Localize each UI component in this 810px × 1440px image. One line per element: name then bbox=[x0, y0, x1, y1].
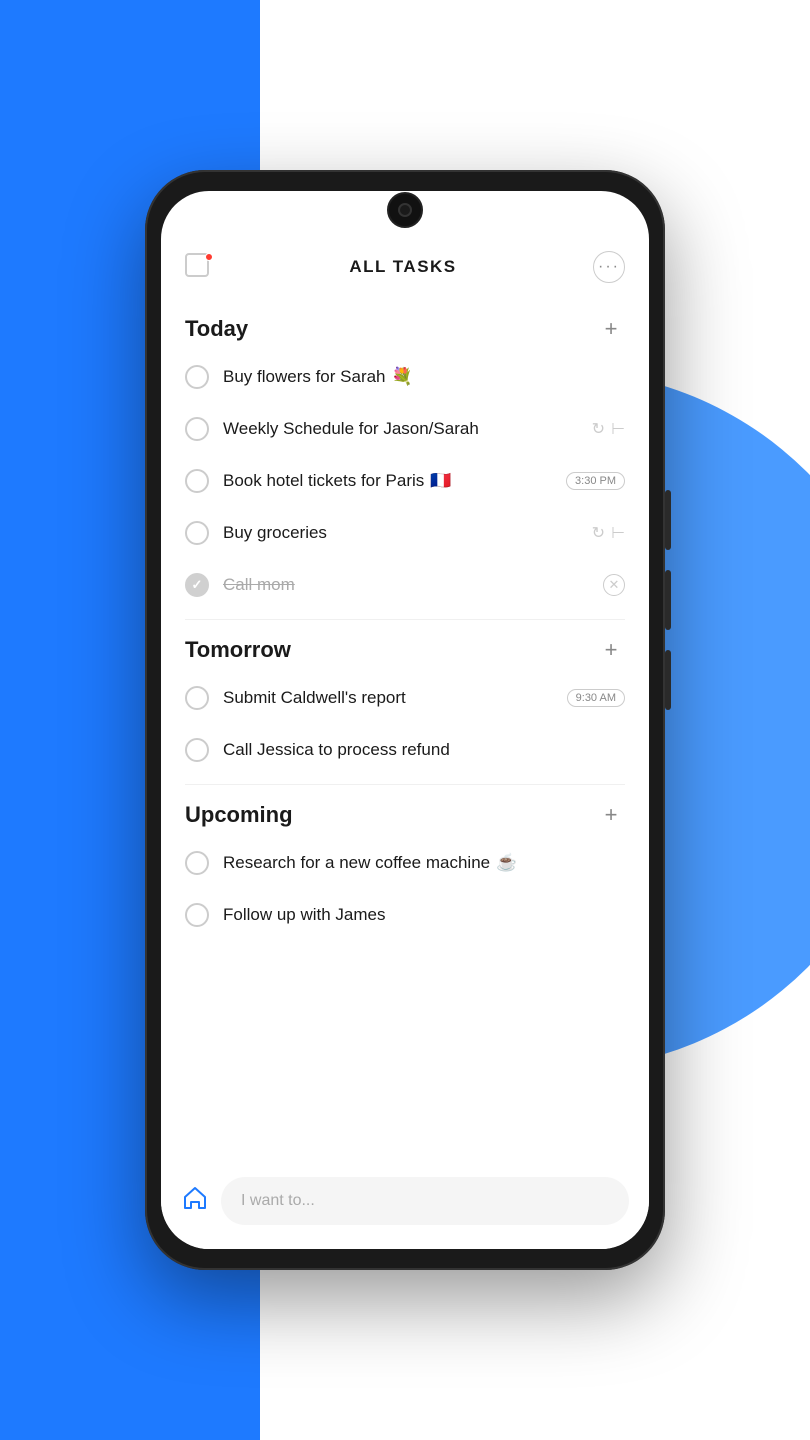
task-label: Weekly Schedule for Jason/Sarah bbox=[223, 419, 578, 439]
notification-dot bbox=[205, 253, 213, 261]
task-time-badge: 3:30 PM bbox=[566, 472, 625, 490]
task-icons: ↻ ⊢ bbox=[592, 523, 625, 543]
side-button-2 bbox=[665, 570, 671, 630]
task-item[interactable]: Weekly Schedule for Jason/Sarah ↻ ⊢ bbox=[185, 403, 625, 455]
task-checkbox[interactable] bbox=[185, 686, 209, 710]
task-checkbox[interactable] bbox=[185, 738, 209, 762]
subtask-icon: ⊢ bbox=[611, 523, 625, 543]
side-button-3 bbox=[665, 650, 671, 710]
page-title: ALL TASKS bbox=[349, 257, 456, 277]
today-section-header: Today + bbox=[185, 299, 625, 351]
repeat-icon: ↻ bbox=[592, 523, 605, 543]
tomorrow-section: Tomorrow + Submit Caldwell's report 9:30… bbox=[161, 620, 649, 776]
task-checkbox-checked[interactable] bbox=[185, 573, 209, 597]
today-title: Today bbox=[185, 316, 248, 342]
tomorrow-section-header: Tomorrow + bbox=[185, 620, 625, 672]
task-emoji: 🇫🇷 bbox=[430, 471, 451, 491]
today-section: Today + Buy flowers for Sarah 💐 Weekly S… bbox=[161, 299, 649, 611]
app-content: ALL TASKS ··· Today + Buy flowers for Sa… bbox=[161, 191, 649, 1249]
camera-lens bbox=[398, 203, 412, 217]
task-checkbox[interactable] bbox=[185, 417, 209, 441]
task-checkbox[interactable] bbox=[185, 903, 209, 927]
home-icon[interactable] bbox=[181, 1184, 209, 1219]
task-label: Submit Caldwell's report bbox=[223, 688, 553, 708]
add-tomorrow-button[interactable]: + bbox=[597, 636, 625, 664]
task-input-bar[interactable]: I want to... bbox=[221, 1177, 629, 1225]
screen: ALL TASKS ··· Today + Buy flowers for Sa… bbox=[161, 191, 649, 1249]
add-upcoming-button[interactable]: + bbox=[597, 801, 625, 829]
task-item[interactable]: Call mom ✕ bbox=[185, 559, 625, 611]
header-checkbox[interactable] bbox=[185, 253, 213, 281]
phone-frame: ALL TASKS ··· Today + Buy flowers for Sa… bbox=[145, 170, 665, 1270]
input-placeholder: I want to... bbox=[241, 1192, 315, 1210]
task-label: Call Jessica to process refund bbox=[223, 740, 625, 760]
more-dots-icon: ··· bbox=[598, 258, 620, 276]
upcoming-section-header: Upcoming + bbox=[185, 785, 625, 837]
camera bbox=[387, 192, 423, 228]
task-checkbox[interactable] bbox=[185, 469, 209, 493]
task-item[interactable]: Research for a new coffee machine ☕ bbox=[185, 837, 625, 889]
task-label: Buy flowers for Sarah 💐 bbox=[223, 367, 625, 387]
task-emoji: ☕ bbox=[496, 853, 517, 873]
task-checkbox[interactable] bbox=[185, 521, 209, 545]
task-checkbox[interactable] bbox=[185, 851, 209, 875]
subtask-icon: ⊢ bbox=[611, 419, 625, 439]
upcoming-title: Upcoming bbox=[185, 802, 293, 828]
task-time-badge: 9:30 AM bbox=[567, 689, 625, 707]
task-icons: ↻ ⊢ bbox=[592, 419, 625, 439]
side-button-1 bbox=[665, 490, 671, 550]
more-options-button[interactable]: ··· bbox=[593, 251, 625, 283]
tomorrow-title: Tomorrow bbox=[185, 637, 291, 663]
upcoming-section: Upcoming + Research for a new coffee mac… bbox=[161, 785, 649, 941]
task-delete-button[interactable]: ✕ bbox=[603, 574, 625, 596]
task-item[interactable]: Follow up with James bbox=[185, 889, 625, 941]
task-label: Book hotel tickets for Paris 🇫🇷 bbox=[223, 471, 552, 491]
task-item[interactable]: Call Jessica to process refund bbox=[185, 724, 625, 776]
task-label: Research for a new coffee machine ☕ bbox=[223, 853, 625, 873]
repeat-icon: ↻ bbox=[592, 419, 605, 439]
task-item[interactable]: Submit Caldwell's report 9:30 AM bbox=[185, 672, 625, 724]
add-today-button[interactable]: + bbox=[597, 315, 625, 343]
task-item[interactable]: Buy flowers for Sarah 💐 bbox=[185, 351, 625, 403]
task-item[interactable]: Buy groceries ↻ ⊢ bbox=[185, 507, 625, 559]
task-label-done: Call mom bbox=[223, 575, 589, 595]
bottom-bar: I want to... bbox=[161, 1165, 649, 1249]
task-item[interactable]: Book hotel tickets for Paris 🇫🇷 3:30 PM bbox=[185, 455, 625, 507]
task-label: Buy groceries bbox=[223, 523, 578, 543]
task-checkbox[interactable] bbox=[185, 365, 209, 389]
task-label: Follow up with James bbox=[223, 905, 625, 925]
task-emoji: 💐 bbox=[392, 367, 413, 387]
